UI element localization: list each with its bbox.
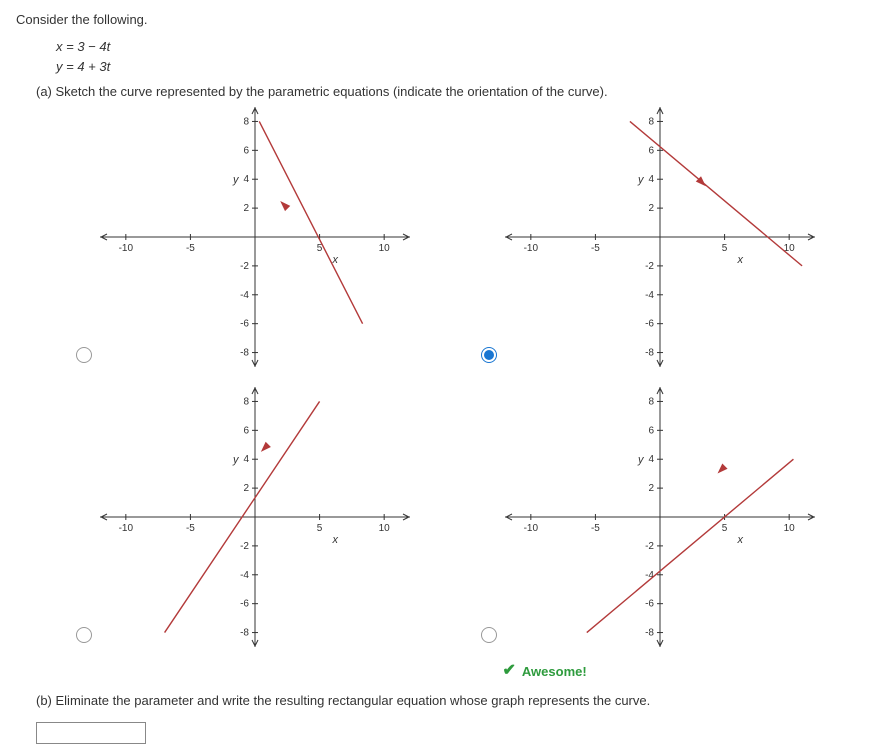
equation-x: x = 3 − 4t	[56, 37, 875, 57]
svg-text:8: 8	[243, 116, 249, 127]
svg-text:2: 2	[648, 483, 654, 494]
radio-b[interactable]	[481, 347, 497, 363]
svg-text:-10: -10	[523, 243, 538, 254]
radio-c[interactable]	[76, 627, 92, 643]
feedback-row: ✔ Awesome!	[503, 663, 587, 679]
radio-d[interactable]	[481, 627, 497, 643]
svg-text:-10: -10	[119, 523, 134, 534]
svg-text:y: y	[637, 174, 645, 186]
svg-text:10: 10	[379, 523, 391, 534]
equations-block: x = 3 − 4t y = 4 + 3t	[56, 37, 875, 76]
answer-input[interactable]	[36, 722, 146, 744]
part-a-text: (a) Sketch the curve represented by the …	[36, 84, 875, 99]
option-b: -10-5510-8-6-4-22468xy	[481, 107, 876, 367]
graph-a: -10-5510-8-6-4-22468xy	[100, 107, 410, 367]
svg-text:8: 8	[648, 396, 654, 407]
svg-text:-5: -5	[590, 523, 599, 534]
equation-y: y = 4 + 3t	[56, 57, 875, 77]
options-grid: -10 -5 5 10 -8 -6 -4 -2 2 4 6 8 x y -10 -5 5 10 -8 -6 -4 -2 2…	[76, 107, 875, 679]
svg-text:-4: -4	[645, 290, 654, 301]
option-a: -10-5510-8-6-4-22468xy	[76, 107, 471, 367]
svg-text:-6: -6	[645, 599, 654, 610]
svg-text:6: 6	[648, 145, 654, 156]
svg-text:-8: -8	[645, 628, 654, 639]
svg-text:6: 6	[648, 425, 654, 436]
svg-text:-2: -2	[645, 261, 654, 272]
svg-text:2: 2	[243, 483, 249, 494]
svg-text:-4: -4	[240, 290, 249, 301]
svg-text:y: y	[232, 454, 240, 466]
radio-a[interactable]	[76, 347, 92, 363]
svg-text:y: y	[637, 454, 645, 466]
part-b-text: (b) Eliminate the parameter and write th…	[36, 693, 875, 708]
svg-text:x: x	[332, 534, 339, 546]
feedback-text: Awesome!	[522, 664, 587, 679]
svg-text:-6: -6	[645, 319, 654, 330]
svg-text:-2: -2	[240, 261, 249, 272]
svg-text:8: 8	[243, 396, 249, 407]
svg-text:-10: -10	[523, 523, 538, 534]
option-c: -10 -5 5 10 -8 -6 -4 -2 2 4 6 8 x y	[76, 387, 471, 679]
svg-text:-8: -8	[240, 348, 249, 359]
svg-text:10: 10	[783, 523, 795, 534]
svg-text:-8: -8	[645, 348, 654, 359]
svg-text:6: 6	[243, 425, 249, 436]
svg-text:4: 4	[648, 174, 654, 185]
svg-text:-4: -4	[240, 570, 249, 581]
svg-text:-5: -5	[186, 243, 195, 254]
svg-text:2: 2	[648, 203, 654, 214]
svg-text:5: 5	[721, 243, 727, 254]
svg-text:4: 4	[648, 454, 654, 465]
svg-text:5: 5	[721, 523, 727, 534]
graph-d: -10-5510-8-6-4-22468xy	[505, 387, 815, 647]
option-d: -10-5510-8-6-4-22468xy ✔ Awesome!	[481, 387, 876, 679]
svg-text:-5: -5	[186, 523, 195, 534]
svg-text:4: 4	[243, 174, 249, 185]
svg-text:-2: -2	[240, 541, 249, 552]
svg-text:6: 6	[243, 145, 249, 156]
prompt-text: Consider the following.	[16, 12, 875, 27]
svg-text:-6: -6	[240, 319, 249, 330]
svg-text:-8: -8	[240, 628, 249, 639]
graph-b: -10-5510-8-6-4-22468xy	[505, 107, 815, 367]
svg-text:-2: -2	[645, 541, 654, 552]
check-icon: ✔	[503, 663, 516, 679]
svg-text:4: 4	[243, 454, 249, 465]
svg-text:x: x	[736, 254, 743, 266]
svg-text:-10: -10	[119, 243, 134, 254]
svg-text:8: 8	[648, 116, 654, 127]
svg-text:y: y	[232, 174, 240, 186]
svg-text:x: x	[736, 534, 743, 546]
graph-c: -10 -5 5 10 -8 -6 -4 -2 2 4 6 8 x y	[100, 387, 410, 647]
svg-text:2: 2	[243, 203, 249, 214]
svg-text:-6: -6	[240, 599, 249, 610]
svg-text:-5: -5	[590, 243, 599, 254]
svg-text:10: 10	[379, 243, 391, 254]
svg-text:5: 5	[317, 523, 323, 534]
